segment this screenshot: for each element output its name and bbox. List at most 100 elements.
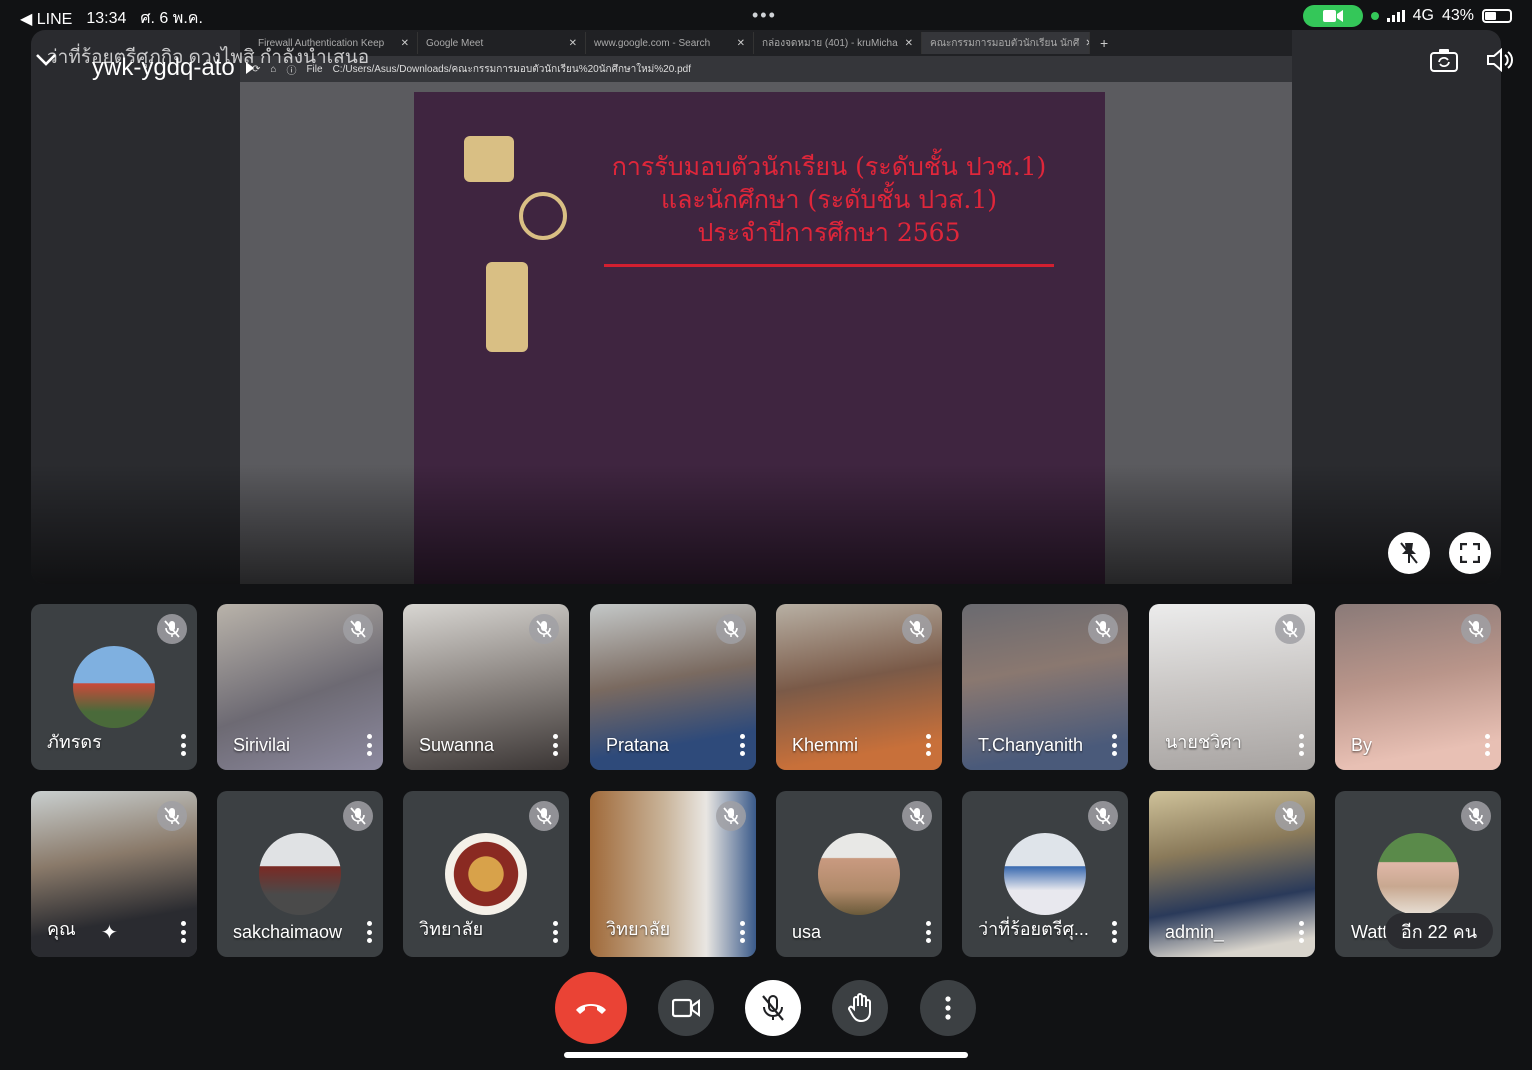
new-tab-icon[interactable]: +	[1090, 35, 1118, 51]
participant-name: วิทยาลัย	[606, 919, 671, 939]
button-ornament-icon	[519, 192, 567, 240]
close-icon[interactable]: ✕	[905, 38, 913, 49]
muted-mic-icon	[762, 995, 784, 1021]
avatar	[818, 833, 900, 915]
microphone-toggle-button[interactable]	[745, 980, 801, 1036]
switch-camera-icon[interactable]	[1430, 48, 1458, 72]
camera-in-use-indicator	[1302, 5, 1363, 27]
presentation-stage[interactable]: Firewall Authentication Keep ✕ Google Mee…	[31, 30, 1501, 584]
close-icon[interactable]: ✕	[569, 38, 577, 49]
avatar	[1377, 833, 1459, 915]
more-options-button[interactable]	[920, 980, 976, 1036]
browser-tab[interactable]: กล่องจดหมาย (401) - kruMicha ✕	[754, 32, 922, 54]
muted-mic-icon	[1461, 801, 1491, 831]
participant-tile[interactable]: วิทยาลัย	[590, 791, 756, 957]
browser-tab[interactable]: www.google.com - Search ✕	[586, 32, 754, 54]
participant-tile[interactable]: Suwanna	[403, 604, 569, 770]
participant-name: คุณ	[47, 919, 76, 939]
participant-tile-self[interactable]: คุณ ✦	[31, 791, 197, 957]
more-options-icon[interactable]	[1110, 921, 1118, 943]
browser-tab-bar: Firewall Authentication Keep ✕ Google Mee…	[240, 30, 1292, 56]
signal-bars-icon	[1386, 10, 1405, 22]
more-options-icon[interactable]	[738, 921, 746, 943]
participant-tile[interactable]: By	[1335, 604, 1501, 770]
muted-mic-icon	[157, 801, 187, 831]
participant-name: sakchaimaow	[233, 922, 343, 942]
more-options-icon[interactable]	[1297, 921, 1305, 943]
participant-tile[interactable]: admin_	[1149, 791, 1315, 957]
participant-tile[interactable]: Watt อีก 22 คน	[1335, 791, 1501, 957]
network-type: 4G	[1412, 7, 1434, 24]
close-icon[interactable]: ✕	[401, 38, 409, 49]
participant-name: ภัทรดร	[47, 732, 102, 752]
multitasking-dots-icon[interactable]: •••	[752, 5, 777, 26]
meeting-code[interactable]: ywk-ygdq-ato	[92, 54, 255, 82]
browser-tab[interactable]: Google Meet ✕	[418, 32, 586, 54]
muted-mic-icon	[1461, 614, 1491, 644]
unpin-icon	[1400, 542, 1418, 564]
muted-mic-icon	[343, 614, 373, 644]
url-text[interactable]: C:/Users/Asus/Downloads/คณะกรรมการมอบตัว…	[333, 62, 691, 77]
participant-tile[interactable]: sakchaimaow	[217, 791, 383, 957]
participant-tile[interactable]: วิทยาลัย	[403, 791, 569, 957]
flower-ornament-icon	[486, 262, 528, 352]
more-options-icon[interactable]	[924, 921, 932, 943]
browser-tab-active[interactable]: คณะกรรมการมอบตัวนักเรียน นักศึ✕	[922, 32, 1090, 54]
muted-mic-icon	[902, 614, 932, 644]
muted-mic-icon	[1275, 801, 1305, 831]
browser-address-bar[interactable]: ⟳ ⌂ ⓘ File C:/Users/Asus/Downloads/คณะกร…	[240, 56, 1292, 82]
raise-hand-button[interactable]	[832, 980, 888, 1036]
participant-name: Sirivilai	[233, 735, 291, 755]
participant-tile[interactable]: ว่าที่ร้อยตรีศุ...	[962, 791, 1128, 957]
call-controls	[0, 972, 1532, 1044]
more-options-icon[interactable]	[924, 734, 932, 756]
participant-tile[interactable]: Sirivilai	[217, 604, 383, 770]
participant-name: usa	[792, 922, 822, 942]
more-options-icon[interactable]	[551, 734, 559, 756]
more-vertical-icon	[945, 996, 951, 1020]
camera-toggle-button[interactable]	[658, 980, 714, 1036]
more-options-icon[interactable]	[179, 921, 187, 943]
participant-tile[interactable]: usa	[776, 791, 942, 957]
muted-mic-icon	[157, 614, 187, 644]
fullscreen-button[interactable]	[1449, 532, 1491, 574]
more-options-icon[interactable]	[179, 734, 187, 756]
other-participants-count[interactable]: อีก 22 คน	[1384, 913, 1493, 949]
sparkle-effects-icon[interactable]: ✦	[101, 920, 118, 945]
more-options-icon[interactable]	[1483, 734, 1491, 756]
muted-mic-icon	[343, 801, 373, 831]
muted-mic-icon	[902, 801, 932, 831]
participant-tile[interactable]: นายชวิศา	[1149, 604, 1315, 770]
back-to-app-link[interactable]: ◀ LINE	[20, 9, 72, 29]
participant-name: Suwanna	[419, 735, 495, 755]
more-options-icon[interactable]	[365, 734, 373, 756]
participant-name: Pratana	[606, 735, 670, 755]
unpin-button[interactable]	[1388, 532, 1430, 574]
speaker-icon[interactable]	[1486, 48, 1514, 72]
chevron-down-icon[interactable]	[34, 52, 58, 68]
clock: 13:34	[86, 9, 127, 27]
more-options-icon[interactable]	[738, 734, 746, 756]
slide-title: การรับมอบตัวนักเรียน (ระดับชั้น ปวช.1) แ…	[584, 150, 1074, 249]
tab-title: กล่องจดหมาย (401) - kruMicha	[762, 37, 898, 49]
close-icon[interactable]: ✕	[737, 38, 745, 49]
leave-call-button[interactable]	[555, 972, 627, 1044]
participant-tile[interactable]: Khemmi	[776, 604, 942, 770]
more-options-icon[interactable]	[1297, 734, 1305, 756]
participant-tile[interactable]: T.Chanyanith	[962, 604, 1128, 770]
tab-title: www.google.com - Search	[594, 37, 711, 49]
home-indicator[interactable]	[564, 1052, 968, 1058]
more-options-icon[interactable]	[1110, 734, 1118, 756]
more-options-icon[interactable]	[365, 921, 373, 943]
participant-tile[interactable]: Pratana	[590, 604, 756, 770]
slide-divider	[604, 264, 1054, 267]
participant-tile[interactable]: ภัทรดร	[31, 604, 197, 770]
video-camera-icon	[1322, 10, 1343, 22]
more-options-icon[interactable]	[551, 921, 559, 943]
battery-percent: 43%	[1441, 7, 1474, 24]
fullscreen-icon	[1460, 543, 1480, 563]
stage-gradient	[31, 464, 1501, 584]
participant-name: admin_	[1165, 922, 1225, 942]
participant-name: นายชวิศา	[1165, 732, 1242, 752]
muted-mic-icon	[716, 801, 746, 831]
